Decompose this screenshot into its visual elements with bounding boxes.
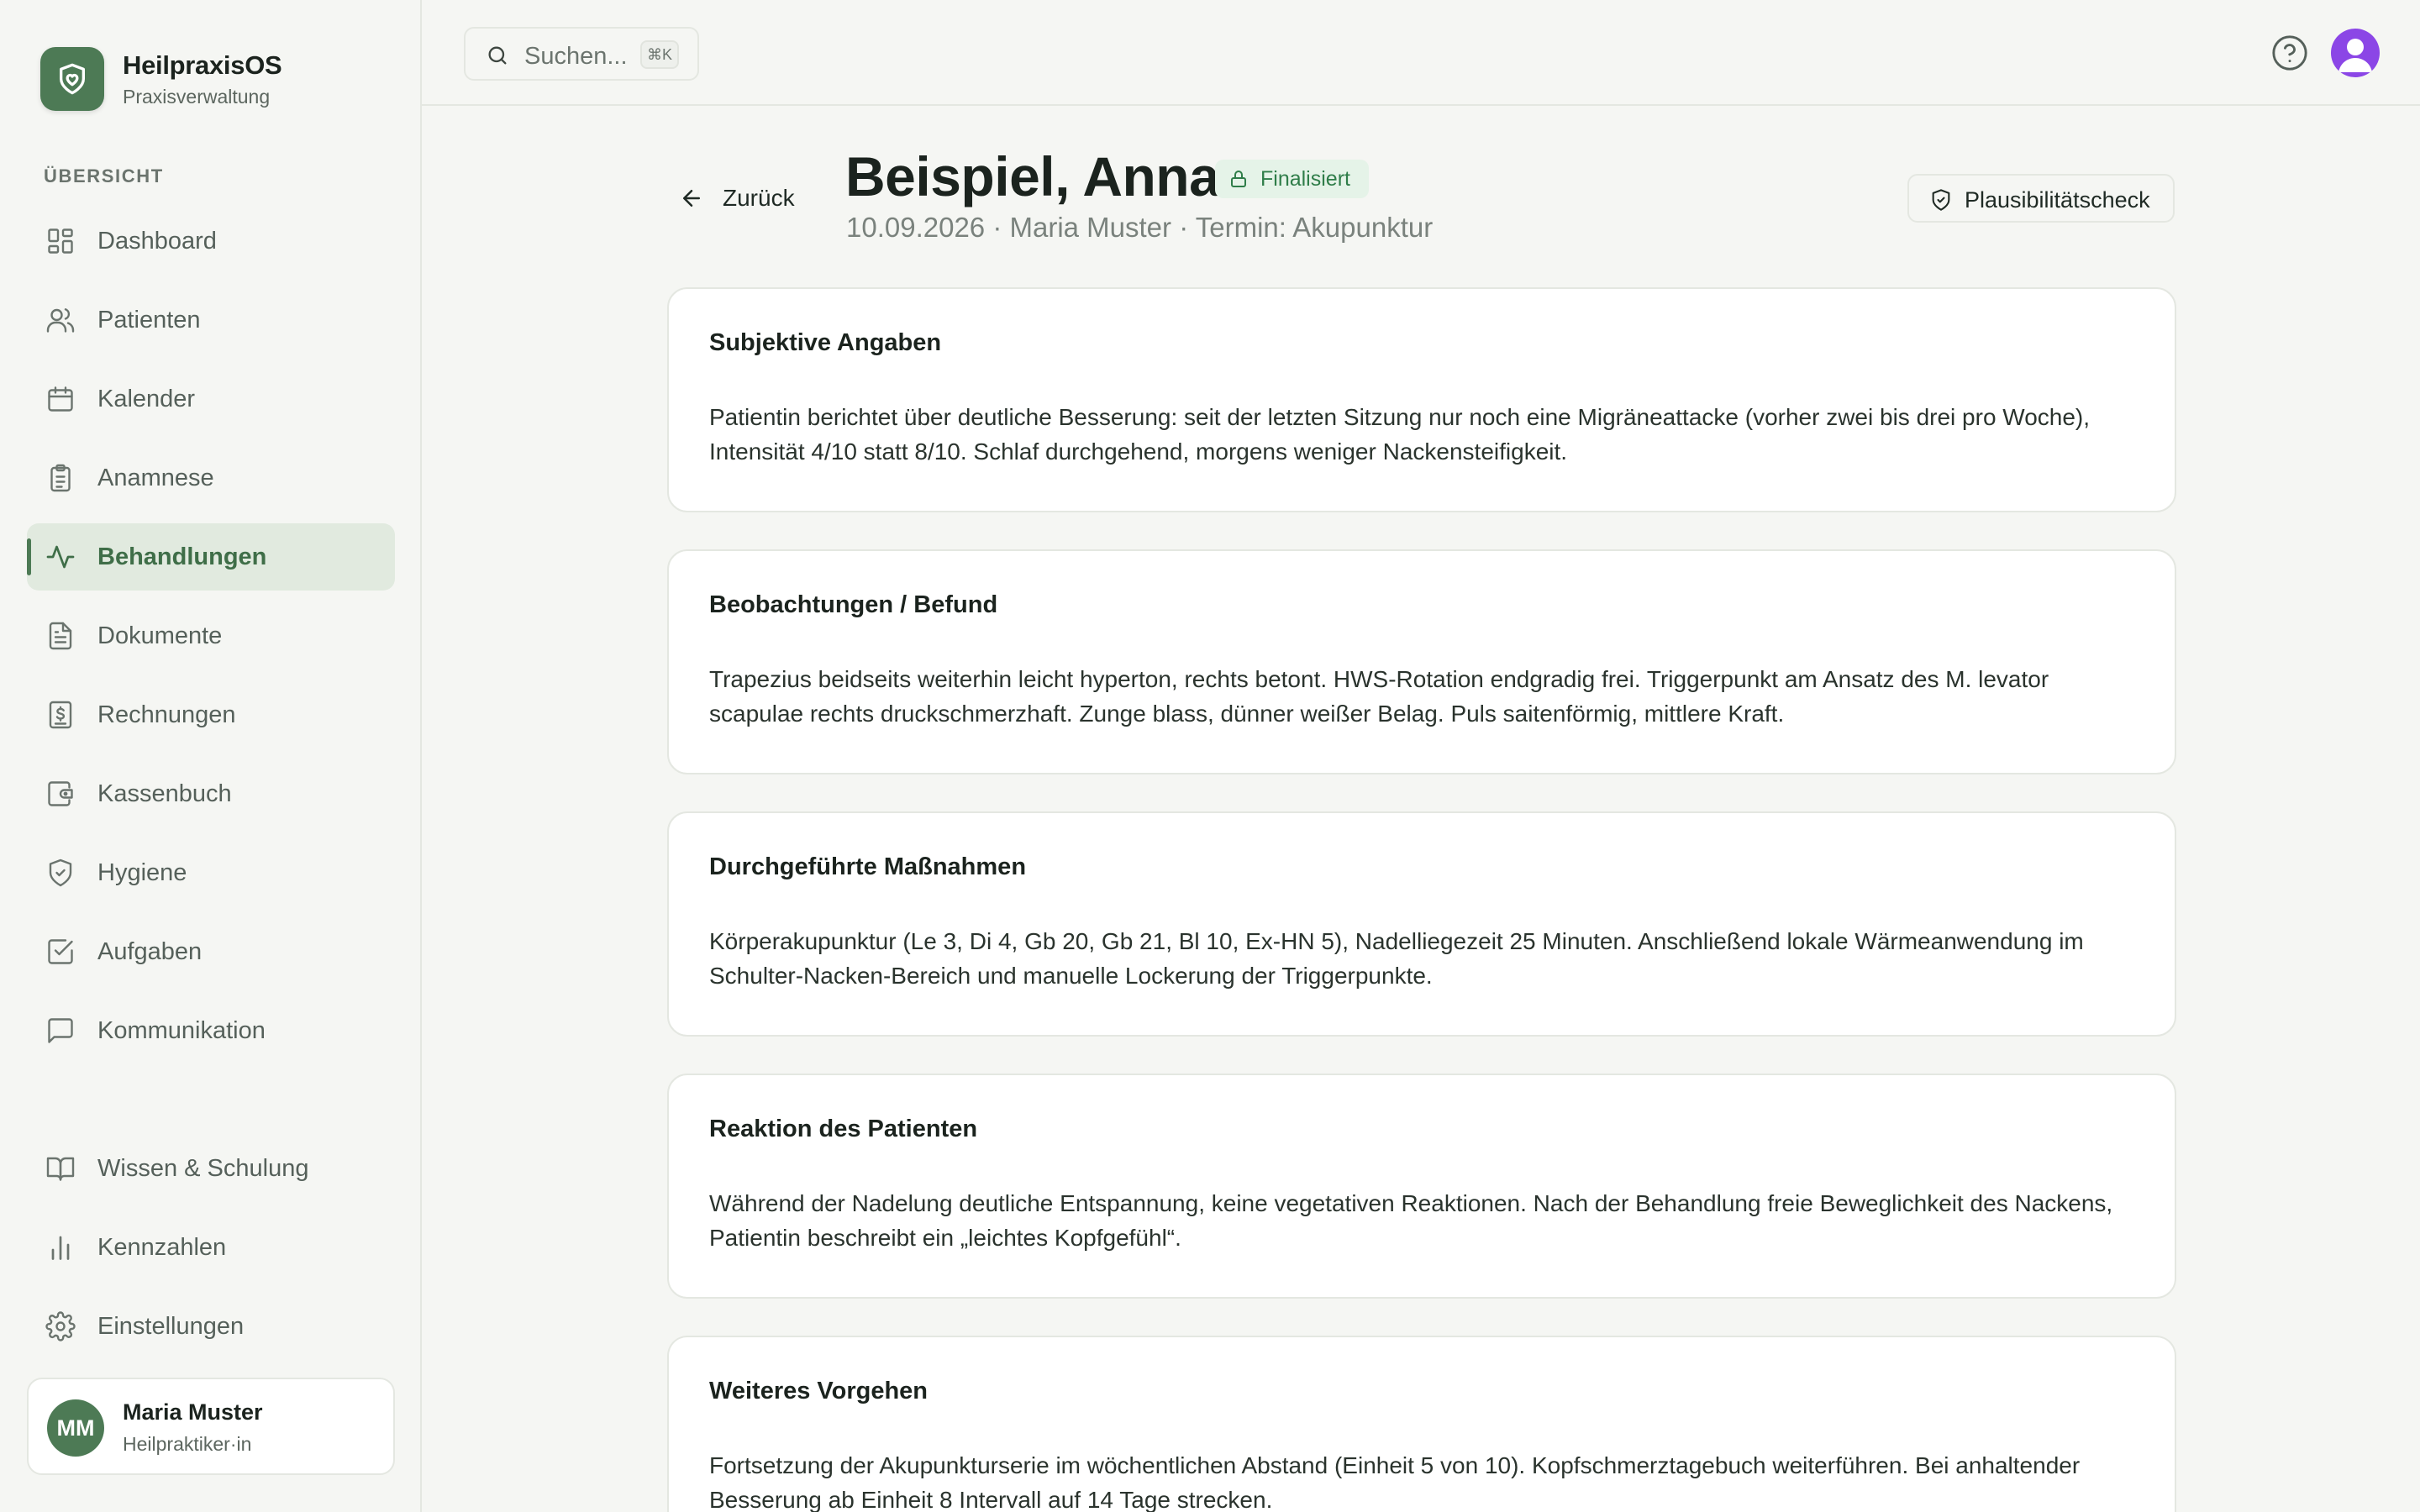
calendar-icon bbox=[48, 386, 73, 412]
section-card-subjective: Subjektive Angaben Patientin berichtet ü… bbox=[667, 287, 2176, 512]
book-icon bbox=[46, 1157, 75, 1181]
section-label-overview: ÜBERSICHT bbox=[44, 165, 164, 186]
activity-icon bbox=[46, 545, 75, 569]
sidebar-item-label: Kalender bbox=[97, 385, 196, 412]
sidebar-item-metrics[interactable]: Kennzahlen bbox=[27, 1214, 395, 1281]
search-shortcut-badge: ⌘K bbox=[640, 40, 679, 69]
sidebar-item-tasks[interactable]: Aufgaben bbox=[27, 918, 395, 985]
sidebar-item-communication[interactable]: Kommunikation bbox=[27, 997, 395, 1064]
gear-icon bbox=[45, 1311, 76, 1341]
sidebar-item-label: Kommunikation bbox=[97, 1016, 266, 1044]
heart-shield-logo-icon bbox=[40, 47, 104, 111]
brand[interactable]: HeilpraxisOS Praxisverwaltung bbox=[40, 47, 282, 111]
user-name: Maria Muster bbox=[123, 1399, 263, 1425]
sidebar-item-label: Patienten bbox=[97, 306, 201, 333]
plausibility-check-label: Plausibilitätscheck bbox=[1965, 187, 2150, 213]
section-card-next-steps: Weiteres Vorgehen Fortsetzung der Akupun… bbox=[667, 1336, 2176, 1512]
search-icon bbox=[488, 46, 507, 65]
back-button[interactable]: Zurück bbox=[679, 176, 795, 220]
sidebar-item-patients[interactable]: Patienten bbox=[27, 286, 395, 354]
treatment-meta: 10.09.2026 · Maria Muster · Termin: Akup… bbox=[846, 212, 1434, 243]
sidebar-item-label: Kassenbuch bbox=[97, 780, 232, 807]
bar-chart-icon bbox=[51, 1236, 70, 1260]
search-input[interactable]: Suchen... ⌘K bbox=[464, 27, 699, 81]
sidebar-item-label: Behandlungen bbox=[97, 543, 267, 570]
sidebar-item-label: Dokumente bbox=[97, 622, 223, 649]
sidebar-item-label: Wissen & Schulung bbox=[97, 1154, 309, 1182]
status-badge-label: Finalisiert bbox=[1260, 166, 1350, 191]
sidebar-item-settings[interactable]: Einstellungen bbox=[27, 1293, 395, 1360]
sidebar-item-cashbook[interactable]: Kassenbuch bbox=[27, 760, 395, 827]
sidebar-item-label: Dashboard bbox=[97, 227, 217, 255]
sidebar-item-dashboard[interactable]: Dashboard bbox=[27, 207, 395, 275]
plausibility-check-button[interactable]: Plausibilitätscheck bbox=[1907, 174, 2175, 223]
sidebar-item-anamnesis[interactable]: Anamnese bbox=[27, 444, 395, 512]
dashboard-icon bbox=[48, 228, 73, 254]
sidebar-item-label: Einstellungen bbox=[97, 1312, 245, 1340]
wallet-icon bbox=[48, 781, 73, 806]
shield-icon bbox=[49, 858, 72, 887]
section-title: Beobachtungen / Befund bbox=[709, 591, 998, 618]
section-card-reaction: Reaktion des Patienten Während der Nadel… bbox=[667, 1074, 2176, 1299]
sidebar: HeilpraxisOS Praxisverwaltung ÜBERSICHT … bbox=[0, 0, 422, 1512]
checkbox-icon bbox=[48, 939, 73, 964]
section-title: Subjektive Angaben bbox=[709, 329, 942, 356]
sidebar-item-label: Kennzahlen bbox=[97, 1233, 227, 1261]
topbar: Suchen... ⌘K bbox=[422, 0, 2420, 106]
lock-icon bbox=[1231, 171, 1246, 187]
sidebar-item-label: Aufgaben bbox=[97, 937, 203, 965]
sidebar-item-label: Hygiene bbox=[97, 858, 187, 886]
profile-avatar-button[interactable] bbox=[2331, 29, 2380, 77]
sidebar-item-calendar[interactable]: Kalender bbox=[27, 365, 395, 433]
brand-name: HeilpraxisOS bbox=[123, 50, 282, 80]
shield-check-icon bbox=[1932, 189, 1950, 211]
section-title: Weiteres Vorgehen bbox=[709, 1378, 929, 1404]
section-body: Körperakupunktur (Le 3, Di 4, Gb 20, Gb … bbox=[709, 928, 2084, 989]
section-body: Während der Nadelung deutliche Entspannu… bbox=[709, 1190, 2113, 1251]
search-placeholder: Suchen... bbox=[524, 43, 628, 70]
invoice-icon bbox=[49, 701, 72, 729]
section-card-measures: Durchgeführte Maßnahmen Körperakupunktur… bbox=[667, 811, 2176, 1037]
sidebar-item-treatments[interactable]: Behandlungen bbox=[27, 523, 395, 591]
user-avatar-icon bbox=[2338, 39, 2372, 72]
brand-subtitle: Praxisverwaltung bbox=[123, 85, 271, 108]
sidebar-item-label: Anamnese bbox=[97, 464, 214, 491]
clipboard-icon bbox=[50, 464, 71, 492]
section-body: Trapezius beidseits weiterhin leicht hyp… bbox=[709, 666, 2049, 727]
help-button[interactable] bbox=[2270, 34, 2309, 72]
status-badge: Finalisiert bbox=[1215, 160, 1369, 198]
sidebar-item-label: Rechnungen bbox=[97, 701, 236, 728]
page-title: Beispiel, Anna bbox=[845, 145, 1220, 207]
sidebar-item-hygiene[interactable]: Hygiene bbox=[27, 839, 395, 906]
section-body: Patientin berichtet über deutliche Besse… bbox=[709, 404, 2091, 465]
sidebar-item-documents[interactable]: Dokumente bbox=[27, 602, 395, 669]
back-label: Zurück bbox=[723, 185, 795, 211]
section-body: Fortsetzung der Akupunkturserie im wöche… bbox=[709, 1452, 2081, 1512]
user-card[interactable]: MM Maria Muster Heilpraktiker·in bbox=[27, 1378, 395, 1475]
user-role: Heilpraktiker·in bbox=[123, 1433, 252, 1455]
help-circle-icon bbox=[2272, 35, 2307, 71]
section-title: Durchgeführte Maßnahmen bbox=[709, 853, 1027, 880]
section-title: Reaktion des Patienten bbox=[709, 1116, 978, 1142]
users-icon bbox=[46, 308, 75, 333]
sidebar-item-knowledge[interactable]: Wissen & Schulung bbox=[27, 1135, 395, 1202]
sidebar-item-invoices[interactable]: Rechnungen bbox=[27, 681, 395, 748]
avatar: MM bbox=[47, 1399, 104, 1457]
message-icon bbox=[48, 1018, 73, 1043]
document-icon bbox=[49, 622, 72, 650]
section-card-findings: Beobachtungen / Befund Trapezius beidsei… bbox=[667, 549, 2176, 774]
arrow-left-icon bbox=[683, 190, 700, 207]
